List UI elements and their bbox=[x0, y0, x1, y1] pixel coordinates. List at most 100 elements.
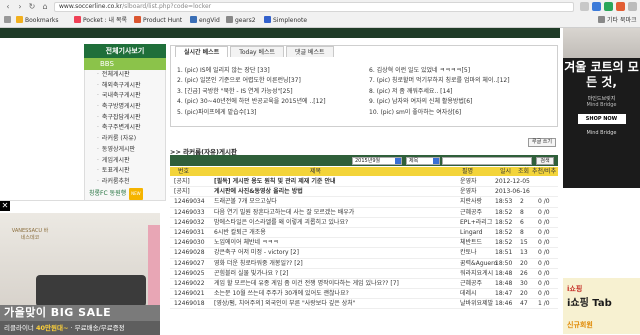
post-votes: 0 /0 bbox=[538, 249, 550, 257]
post-title[interactable]: [영상/펌, 치어주의] 외국인이 부른 "사랑보다 깊은 상처" bbox=[214, 299, 454, 309]
month-select[interactable]: 2015년9월 bbox=[352, 157, 402, 165]
post-title[interactable]: 6시반 칼퇴근 개조용 bbox=[214, 228, 454, 238]
post-time: 18:52 bbox=[495, 228, 513, 236]
post-views: 20 bbox=[520, 259, 528, 267]
table-row[interactable]: [공지] 게시판에 사진&동영상 올리는 방법 운영자 2013-06-16 bbox=[170, 187, 558, 198]
close-icon[interactable]: ✕ bbox=[0, 201, 10, 211]
ishopping-ad[interactable]: i쇼핑 i쇼핑 Tab 신규회원 bbox=[563, 278, 640, 334]
table-row[interactable]: 12469028 강은축구 어저 미정 - victory [2] 칸토나 18:51… bbox=[170, 248, 558, 259]
sidebar-item[interactable]: 동영상게시판 bbox=[85, 145, 165, 156]
post-title[interactable]: 영화 더운 칭로타워중 개봉일?? [2] bbox=[214, 259, 454, 269]
shop-now-button[interactable]: SHOP NOW bbox=[577, 114, 626, 124]
bookmark-item[interactable]: Pocket : 내 목록 bbox=[74, 16, 127, 26]
table-row[interactable]: 12469021 소는문 10월 쓰는데 주주가 30개에 있어도 괜찮나요? 데레… bbox=[170, 289, 558, 300]
post-number: 12469022 bbox=[174, 279, 205, 287]
post-title[interactable]: 게임 할 모르는데 유종 게임 좀 이건 전쟁 명작이다하는 게임 있나요?? … bbox=[214, 279, 454, 289]
coat-ad[interactable]: 겨울 코트의 모든 것, 마인드브릿지 Mind Bridge SHOP NOW… bbox=[563, 28, 640, 188]
star-icon bbox=[16, 16, 23, 23]
best-item[interactable]: 6. 김상혁 이런 일도 있었네 ㅋㅋㅋㅋ[5] bbox=[369, 66, 549, 76]
sidebar-list: 전체게시판 해외축구게시판 국내축구게시판 축구방명게시판 축구잡담게시판 축구… bbox=[84, 70, 166, 201]
reload-icon[interactable]: ↻ bbox=[27, 2, 37, 12]
ishop-sub: 신규회원 bbox=[567, 321, 593, 329]
best-item[interactable]: 10. (pic) sm이 좋아하는 여자상[6] bbox=[369, 108, 549, 118]
best-item[interactable]: 4. (pic) 30~40년전에 하던 반공교육을 2015년에 ..[12] bbox=[177, 97, 357, 107]
simplenote-icon bbox=[264, 16, 271, 23]
bookmark-item[interactable]: engVid bbox=[190, 16, 220, 26]
tab-today[interactable]: Today 베스트 bbox=[230, 46, 285, 57]
best-item[interactable]: 9. (pic) 남자와 여자의 신체 활용방법[6] bbox=[369, 97, 549, 107]
home-icon[interactable]: ⌂ bbox=[40, 2, 50, 12]
post-title[interactable]: 밤에스타일은 이스라엘를 왜 이렇게 괴롭히고 있나요? bbox=[214, 218, 454, 228]
post-title[interactable]: 드래곤볼 7개 모으고싶다 bbox=[214, 197, 454, 207]
ad-headline: 겨울 코트의 모든 것, bbox=[564, 60, 639, 89]
field-select[interactable]: 제목 bbox=[406, 157, 440, 165]
tab-comments[interactable]: 댓글 베스트 bbox=[286, 46, 334, 57]
bookmark-item[interactable]: Simplenote bbox=[264, 16, 307, 26]
menu-icon[interactable] bbox=[628, 2, 637, 11]
post-time: 2012-12-05 bbox=[495, 178, 530, 185]
post-votes: 0 /0 bbox=[538, 290, 550, 298]
bookmark-star-icon[interactable] bbox=[580, 2, 589, 11]
best-item[interactable]: 7. (pic) 칭로할머 먹기부하지 칭로를 엄마의 체이..[12] bbox=[369, 76, 549, 86]
table-row[interactable]: 12469034 드래곤볼 7개 모으고싶다 지란사랑 18:53 2 0 /0 bbox=[170, 197, 558, 208]
address-bar[interactable]: www.soccerline.co.kr/slboard/list.php?co… bbox=[54, 2, 574, 12]
post-author: EPL+라리그 bbox=[460, 218, 493, 226]
post-title[interactable]: 게시판에 사진&동영상 올리는 방법 bbox=[214, 187, 454, 197]
table-row[interactable]: 12469033 다음 연기 밀원 장흔다고하는데 사는 잘 모르겠는 배우가 근혜… bbox=[170, 208, 558, 218]
table-row[interactable]: 12469032 밤에스타일은 이스라엘를 왜 이렇게 괴롭히고 있나요? EPL+… bbox=[170, 218, 558, 228]
back-icon[interactable]: ‹ bbox=[3, 2, 13, 12]
other-bookmarks[interactable]: 기타 북마크 bbox=[598, 16, 637, 26]
post-views: 13 bbox=[520, 249, 528, 257]
best-item[interactable]: 5. (pic)파이프에게 맡습수[13] bbox=[177, 108, 357, 118]
sidebar-item[interactable]: 게임게시판 bbox=[85, 156, 165, 167]
sidebar-item[interactable]: 축구주변게시판 bbox=[85, 123, 165, 134]
best-item[interactable]: 8. (pic) 저 좀 깨워주세요.. [14] bbox=[369, 87, 549, 97]
extension2-icon[interactable] bbox=[604, 2, 613, 11]
post-title[interactable]: 다음 연기 밀원 장흔다고하는데 사는 잘 모르겠는 배우가 bbox=[214, 208, 454, 218]
right-ad[interactable]: 겨울 코트의 모든 것, 마인드브릿지 Mind Bridge SHOP NOW… bbox=[563, 28, 640, 334]
url-domain: www.soccerline.co.kr bbox=[59, 3, 123, 10]
sidebar-item[interactable]: 국내축구게시판 bbox=[85, 91, 165, 102]
sidebar-item-team[interactable]: 칭롱FC 동원행 NEW bbox=[85, 187, 165, 200]
extension3-icon[interactable] bbox=[616, 2, 625, 11]
sidebar-item[interactable]: 축구잡담게시판 bbox=[85, 113, 165, 124]
bookmark-item[interactable]: gears2 bbox=[226, 16, 256, 26]
table-row[interactable]: [공지] [필독] 게시판 용도 원칙 및 관리 제재 기준 안내 운영자 2012-… bbox=[170, 177, 558, 188]
search-input[interactable] bbox=[442, 157, 532, 165]
table-row[interactable]: 12469025 곤힘블러 실물 빛가나요 ? [2] 워라지요게시 18:48 26 0… bbox=[170, 269, 558, 279]
table-row[interactable]: 12469030 노입에이어 체반네 ㅋㅋㅋ 체반트드 18:52 15 0 /0 bbox=[170, 238, 558, 249]
sidebar-item[interactable]: 라커룸추천 bbox=[85, 177, 165, 188]
post-title[interactable]: 곤힘블러 실물 빛가나요 ? [2] bbox=[214, 269, 454, 279]
forward-icon[interactable]: › bbox=[15, 2, 25, 12]
sidebar-header[interactable]: 전체기사보기 bbox=[84, 44, 166, 58]
extension-icon[interactable] bbox=[592, 2, 601, 11]
ad-brand-logo: VANESSACU 바네스데코 bbox=[11, 228, 49, 241]
furniture-ad[interactable]: VANESSACU 바네스데코 ✕ 가을맞이 BIG SALE 리클라이너 40… bbox=[0, 200, 160, 335]
sidebar-item[interactable]: 해외축구게시판 bbox=[85, 81, 165, 92]
post-title[interactable]: 소는문 10월 쓰는데 주주가 30개에 있어도 괜찮나요? bbox=[214, 289, 454, 299]
best-item[interactable]: 2. (pic) 일본인 기준으로 어렵도한 이른런닝[37] bbox=[177, 76, 357, 86]
sidebar-item[interactable]: 축구방명게시판 bbox=[85, 102, 165, 113]
bookmark-item[interactable]: Product Hunt bbox=[134, 16, 182, 26]
table-row[interactable]: 12469027 영화 더운 칭로타워중 개봉일?? [2] 꿈력&Aguero 18… bbox=[170, 259, 558, 269]
ishop-tag: i쇼핑 bbox=[567, 285, 583, 293]
sidebar-item[interactable]: 전체게시판 bbox=[85, 70, 165, 81]
sale-headline: 가을맞이 BIG SALE bbox=[0, 305, 160, 321]
best-item[interactable]: 1. (pic) IS에 일리지 않는 장단 [33] bbox=[177, 66, 357, 76]
table-row[interactable]: 12469018 [영상/펌, 치어주의] 외국인이 부른 "사랑보다 깊은 상처… bbox=[170, 299, 558, 310]
search-button[interactable]: 검색 bbox=[536, 157, 554, 165]
post-author: 날바위요제발 bbox=[460, 300, 494, 308]
bookmark-item[interactable]: Bookmarks bbox=[16, 16, 59, 26]
post-title[interactable]: 노입에이어 체반네 ㅋㅋㅋ bbox=[214, 238, 454, 248]
sidebar-item[interactable]: 라커룸 (자유) bbox=[85, 134, 165, 145]
sidebar-item[interactable]: 토표게시판 bbox=[85, 166, 165, 177]
post-votes: 0 /0 bbox=[538, 218, 550, 226]
apps-icon[interactable] bbox=[4, 16, 13, 26]
write-post-button[interactable]: 루글 쓰기 bbox=[528, 138, 556, 147]
post-title[interactable]: [필독] 게시판 용도 원칙 및 관리 제재 기준 안내 bbox=[214, 177, 454, 187]
post-title[interactable]: 강은축구 어저 미정 - victory [2] bbox=[214, 248, 454, 258]
table-row[interactable]: 12469031 6시반 칼퇴근 개조용 Lingard 18:52 8 0 /0 bbox=[170, 228, 558, 239]
best-item[interactable]: 3. [긴급] 국방한 "북한 - IS 연계 가능성"[25] bbox=[177, 87, 357, 97]
table-row[interactable]: 12469022 게임 할 모르는데 유종 게임 좀 이건 전쟁 명작이다하는 게… bbox=[170, 279, 558, 290]
tab-realtime[interactable]: 실시간 베스트 bbox=[175, 46, 229, 57]
